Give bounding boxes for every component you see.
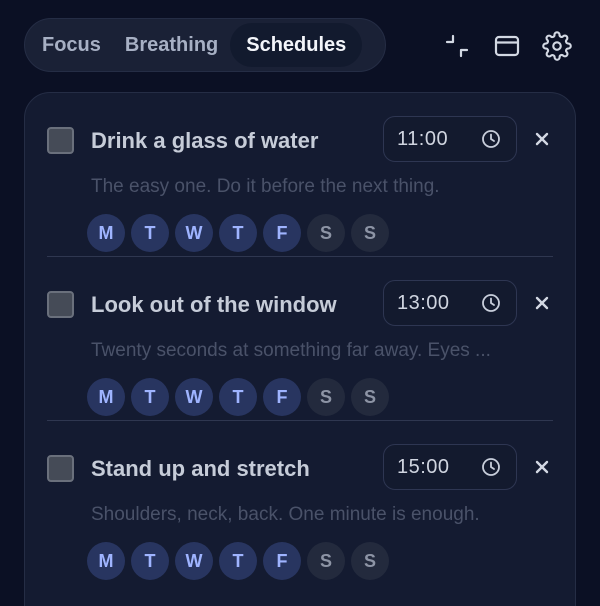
schedule-description: The easy one. Do it before the next thin… xyxy=(91,176,440,197)
day-selector: MTWTFSS xyxy=(87,214,389,252)
done-checkbox[interactable] xyxy=(47,127,74,154)
schedule-title: Drink a glass of water xyxy=(91,128,319,153)
day-toggle[interactable]: S xyxy=(307,542,345,580)
time-value: 13:00 xyxy=(397,291,450,314)
day-toggle[interactable]: F xyxy=(263,542,301,580)
day-toggle[interactable]: T xyxy=(131,542,169,580)
clock-icon xyxy=(482,294,500,312)
clock-icon xyxy=(482,130,500,148)
day-toggle[interactable]: T xyxy=(131,214,169,252)
tab-breathing[interactable]: Breathing xyxy=(113,23,230,67)
collapse-icon[interactable] xyxy=(440,29,474,63)
day-toggle[interactable]: T xyxy=(219,378,257,416)
day-toggle[interactable]: S xyxy=(307,214,345,252)
day-toggle[interactable]: S xyxy=(351,542,389,580)
day-toggle[interactable]: T xyxy=(219,214,257,252)
day-toggle[interactable]: T xyxy=(131,378,169,416)
delete-button[interactable] xyxy=(531,128,553,150)
clock-icon xyxy=(482,458,500,476)
schedule-item: Look out of the window 13:00 Twenty seco… xyxy=(47,257,553,421)
day-toggle[interactable]: S xyxy=(351,214,389,252)
close-icon xyxy=(535,296,549,310)
schedule-description: Shoulders, neck, back. One minute is eno… xyxy=(91,504,480,525)
schedule-item: Stand up and stretch 15:00 Shoulders, ne… xyxy=(47,421,553,585)
time-value: 15:00 xyxy=(397,455,450,478)
day-toggle[interactable]: W xyxy=(175,214,213,252)
done-checkbox[interactable] xyxy=(47,455,74,482)
day-selector: MTWTFSS xyxy=(87,378,389,416)
schedules-panel[interactable]: Drink a glass of water 11:00 The easy on… xyxy=(24,92,576,606)
window-icon[interactable] xyxy=(490,29,524,63)
day-toggle[interactable]: F xyxy=(263,378,301,416)
header-actions xyxy=(440,29,574,63)
day-toggle[interactable]: F xyxy=(263,214,301,252)
schedule-title: Stand up and stretch xyxy=(91,456,310,481)
close-icon xyxy=(535,460,549,474)
time-field[interactable]: 13:00 xyxy=(383,280,517,326)
day-toggle[interactable]: S xyxy=(307,378,345,416)
close-icon xyxy=(535,132,549,146)
day-toggle[interactable]: T xyxy=(219,542,257,580)
day-selector: MTWTFSS xyxy=(87,542,389,580)
day-toggle[interactable]: W xyxy=(175,378,213,416)
schedule-title: Look out of the window xyxy=(91,292,337,317)
day-toggle[interactable]: W xyxy=(175,542,213,580)
done-checkbox[interactable] xyxy=(47,291,74,318)
day-toggle[interactable]: M xyxy=(87,542,125,580)
tab-focus[interactable]: Focus xyxy=(30,23,113,67)
time-field[interactable]: 11:00 xyxy=(383,116,517,162)
delete-button[interactable] xyxy=(531,292,553,314)
mode-tabs: Focus Breathing Schedules xyxy=(24,18,386,72)
delete-button[interactable] xyxy=(531,456,553,478)
time-field[interactable]: 15:00 xyxy=(383,444,517,490)
time-value: 11:00 xyxy=(397,127,449,150)
day-toggle[interactable]: S xyxy=(351,378,389,416)
schedule-list: Drink a glass of water 11:00 The easy on… xyxy=(25,93,575,585)
tab-schedules[interactable]: Schedules xyxy=(230,23,363,67)
day-toggle[interactable]: M xyxy=(87,214,125,252)
gear-icon[interactable] xyxy=(540,29,574,63)
schedule-description: Twenty seconds at something far away. Ey… xyxy=(91,340,491,361)
app-window: Focus Breathing Schedules Drink a glass … xyxy=(0,0,600,606)
day-toggle[interactable]: M xyxy=(87,378,125,416)
schedule-item: Drink a glass of water 11:00 The easy on… xyxy=(47,93,553,257)
